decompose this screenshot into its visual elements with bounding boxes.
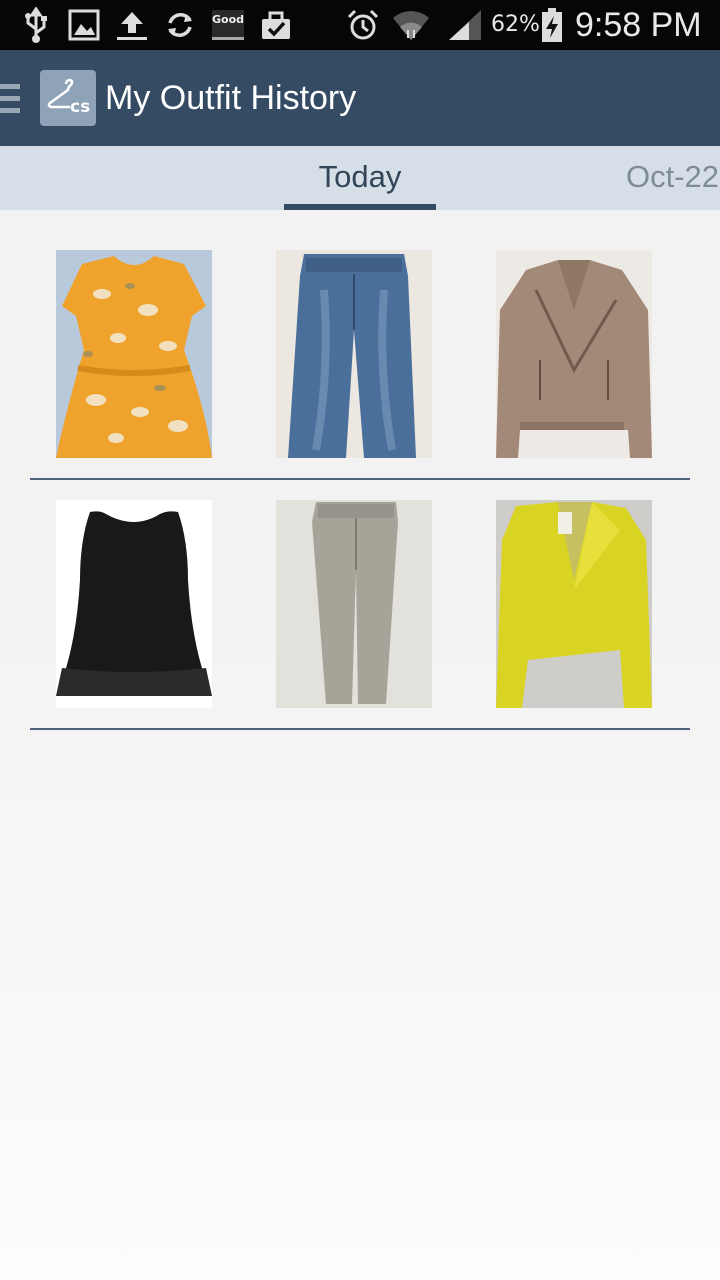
tab-today[interactable]: Today (284, 146, 436, 206)
wifi-icon (390, 6, 432, 44)
date-tab-bar: Today Oct-22 (0, 146, 720, 210)
tab-selected-indicator (284, 204, 436, 210)
usb-icon (22, 6, 50, 44)
app-bar: cs My Outfit History (0, 50, 720, 146)
blue-flare-jeans-thumbnail[interactable] (276, 250, 432, 458)
app-logo-text: cs (70, 97, 90, 117)
image-icon (66, 6, 102, 44)
orange-floral-top-thumbnail[interactable] (56, 250, 212, 458)
good-badge-icon: Good (212, 10, 244, 40)
outfit-row (0, 500, 720, 730)
app-logo-hanger-icon[interactable]: cs (40, 70, 96, 126)
clock: 9:58 PM (575, 6, 702, 44)
status-bar: Good 62% 9:58 PM (0, 0, 720, 50)
signal-icon (446, 6, 484, 44)
tab-oct-22[interactable]: Oct-22 (626, 146, 719, 206)
clipboard-check-icon (258, 6, 294, 44)
row-divider (30, 478, 690, 480)
outfit-row (0, 250, 720, 480)
black-sleeveless-top-thumbnail[interactable] (56, 500, 212, 708)
taupe-leather-jacket-thumbnail[interactable] (496, 250, 652, 458)
row-divider (30, 728, 690, 730)
alarm-icon (344, 6, 382, 44)
sync-icon (162, 6, 198, 44)
yellow-lace-blazer-thumbnail[interactable] (496, 500, 652, 708)
page-title: My Outfit History (105, 79, 357, 117)
battery-percent: 62% (491, 12, 540, 37)
hamburger-menu-icon[interactable] (0, 84, 20, 114)
battery-charging-icon (540, 6, 564, 44)
grey-skinny-pants-thumbnail[interactable] (276, 500, 432, 708)
upload-icon (114, 6, 150, 44)
